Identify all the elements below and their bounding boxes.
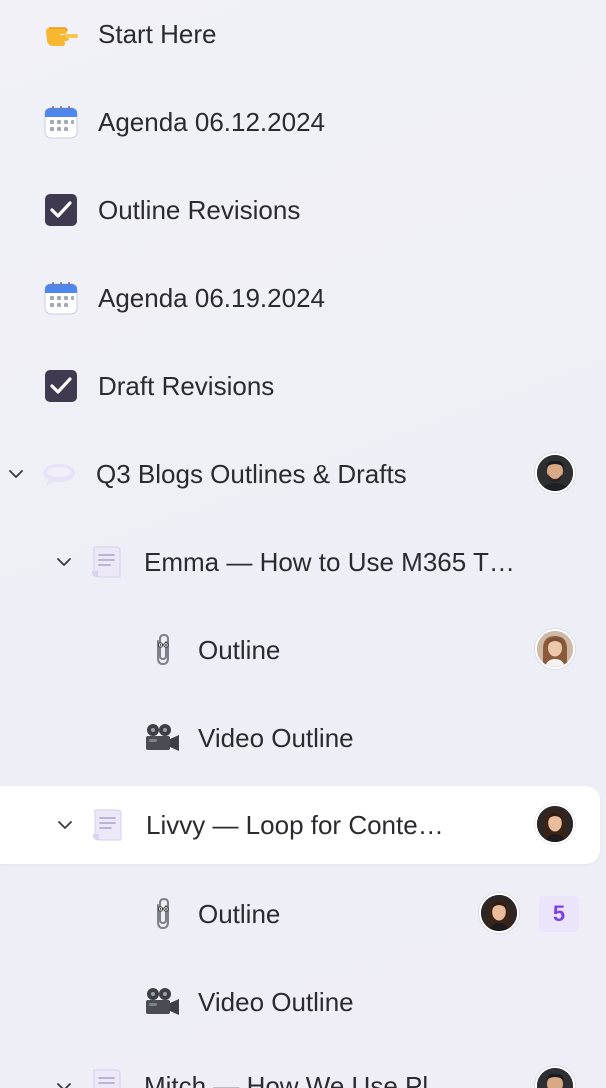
avatar[interactable]	[535, 1066, 575, 1088]
page-tree: Start Here Agenda 06.12.2024 Outline Rev…	[0, 0, 606, 1088]
checkbox-icon	[42, 367, 80, 405]
tree-item-video-outline[interactable]: Video Outline	[0, 964, 606, 1040]
tree-item-start-here[interactable]: Start Here	[0, 0, 606, 72]
tree-item-q3-blogs[interactable]: Q3 Blogs Outlines & Drafts	[0, 436, 606, 512]
tree-item-label: Start Here	[98, 19, 217, 49]
tree-item-label: Outline Revisions	[98, 195, 301, 225]
tree-item-label: Outline	[198, 635, 281, 665]
paperclip-icon	[143, 631, 181, 669]
tree-item-label: Video Outline	[198, 723, 354, 753]
document-icon	[88, 543, 126, 581]
document-icon	[89, 806, 127, 844]
tree-item-label: Agenda 06.12.2024	[98, 107, 325, 137]
pointing-hand-icon	[42, 15, 80, 53]
chevron-down-icon[interactable]	[53, 551, 75, 573]
tree-item-outline-revisions[interactable]: Outline Revisions	[0, 172, 606, 248]
document-icon	[88, 1066, 126, 1088]
tree-item-label: Q3 Blogs Outlines & Drafts	[96, 459, 407, 489]
chevron-down-icon[interactable]	[54, 814, 76, 836]
tree-item-draft-revisions[interactable]: Draft Revisions	[0, 348, 606, 424]
avatar[interactable]	[535, 629, 575, 669]
tree-item-emma[interactable]: Emma — How to Use M365 T…	[0, 524, 606, 600]
tree-item-label: Mitch — How We Use Pl…	[144, 1071, 455, 1088]
chevron-down-icon[interactable]	[53, 1076, 75, 1088]
tree-item-outline[interactable]: Outline	[0, 612, 606, 688]
tree-item-video-outline[interactable]: Video Outline	[0, 700, 606, 776]
tree-item-outline[interactable]: Outline 5	[0, 876, 606, 952]
tree-item-mitch[interactable]: Mitch — How We Use Pl…	[0, 1046, 606, 1088]
avatar[interactable]	[479, 893, 519, 933]
tree-item-label: Outline	[198, 899, 281, 929]
tree-item-livvy[interactable]: Livvy — Loop for Conte…	[0, 786, 600, 864]
movie-camera-icon	[143, 719, 181, 757]
calendar-icon	[42, 103, 80, 141]
speech-bubble-icon	[40, 455, 78, 493]
paperclip-icon	[143, 895, 181, 933]
checkbox-icon	[42, 191, 80, 229]
movie-camera-icon	[143, 983, 181, 1021]
chevron-down-icon[interactable]	[5, 463, 27, 485]
avatar[interactable]	[535, 804, 575, 844]
avatar[interactable]	[535, 453, 575, 493]
tree-item-label: Draft Revisions	[98, 371, 275, 401]
calendar-icon	[42, 279, 80, 317]
tree-item-label: Agenda 06.19.2024	[98, 283, 325, 313]
tree-item-agenda-06-19[interactable]: Agenda 06.19.2024	[0, 260, 606, 336]
tree-item-label: Video Outline	[198, 987, 354, 1017]
tree-item-agenda-06-12[interactable]: Agenda 06.12.2024	[0, 84, 606, 160]
tree-item-label: Emma — How to Use M365 T…	[144, 547, 515, 577]
comment-count-badge[interactable]: 5	[539, 896, 579, 932]
tree-item-label: Livvy — Loop for Conte…	[146, 810, 444, 840]
